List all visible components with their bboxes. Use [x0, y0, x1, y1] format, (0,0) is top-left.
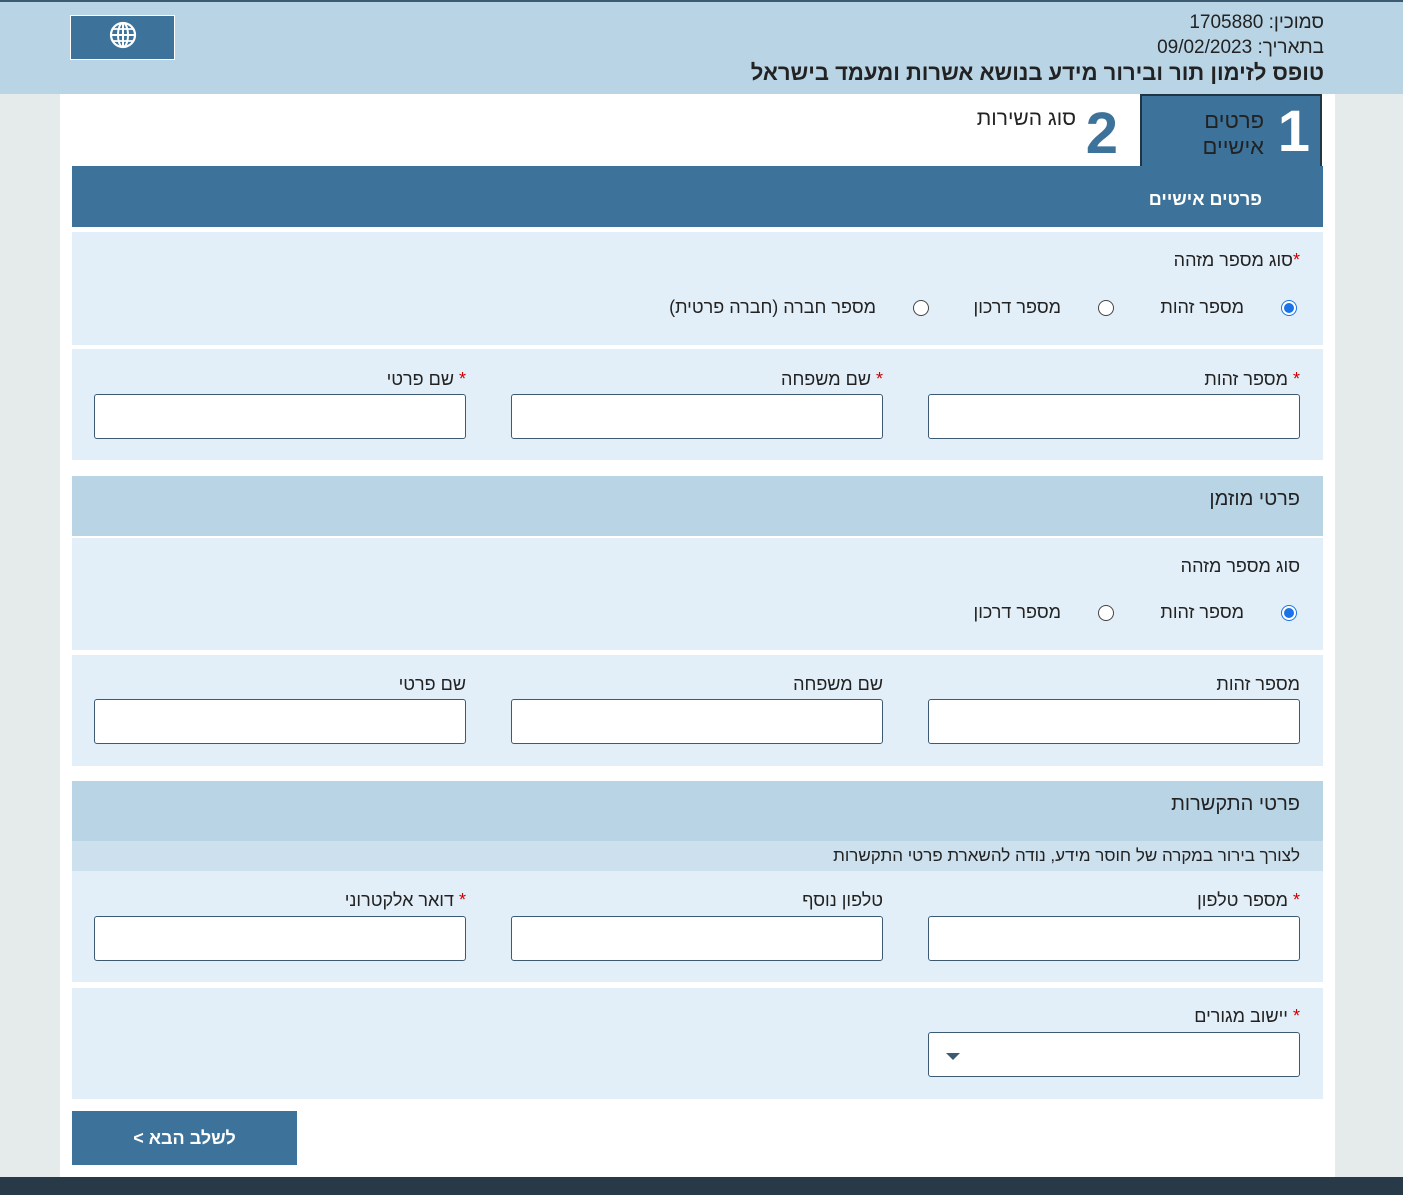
invitee-id-number-label: מספר זהות: [1216, 674, 1300, 694]
last-name-label: * שם משפחה: [781, 369, 883, 389]
step-tab-service-type[interactable]: 2 סוג השירות: [970, 100, 1120, 166]
reference-value: 1705880: [1189, 12, 1264, 33]
extra-phone-label: טלפון נוסף: [802, 890, 883, 910]
step-label: סוג השירות: [976, 107, 1076, 130]
contact-note-text: לצורך בירור במקרה של חוסר מידע, נודה להש…: [833, 846, 1300, 865]
reference-line: סמוכין: 1705880: [1189, 12, 1324, 34]
invitee-id-number-input[interactable]: [928, 699, 1300, 744]
radio-label-company-number: מספר חברה (חברה פרטית): [669, 297, 876, 317]
last-name-input[interactable]: [511, 394, 883, 439]
section-header-contact: פרטי התקשרות: [72, 781, 1323, 841]
personal-id-type-panel: [72, 232, 1323, 345]
invitee-id-type-label: סוג מספר מזהה: [1180, 556, 1300, 576]
date-value: 09/02/2023: [1157, 37, 1253, 58]
chevron-down-icon: [946, 1053, 960, 1060]
invitee-radio-label-passport: מספר דרכון: [973, 602, 1061, 622]
date-line: בתאריך: 09/02/2023: [1157, 37, 1324, 59]
id-type-label: *סוג מספר מזהה: [1173, 250, 1300, 270]
section-title: פרטי מוזמן: [1209, 488, 1300, 510]
radio-id-number[interactable]: [1281, 300, 1297, 316]
page-header: סמוכין: 1705880 בתאריך: 09/02/2023 טופס …: [0, 0, 1403, 94]
id-number-input[interactable]: [928, 394, 1300, 439]
step-tab-personal[interactable]: 1 פרטים אישיים: [1140, 94, 1322, 166]
invitee-radio-passport[interactable]: [1098, 605, 1114, 621]
contact-note: לצורך בירור במקרה של חוסר מידע, נודה להש…: [72, 841, 1323, 871]
date-label: בתאריך:: [1257, 37, 1324, 58]
next-step-button[interactable]: לשלב הבא >: [72, 1111, 297, 1165]
radio-passport[interactable]: [1098, 300, 1114, 316]
city-label: * יישוב מגורים: [1194, 1006, 1300, 1026]
invitee-last-name-input[interactable]: [511, 699, 883, 744]
invitee-first-name-label: שם פרטי: [398, 674, 466, 694]
invitee-id-type-panel: [72, 538, 1323, 650]
section-header-personal: פרטים אישיים: [72, 166, 1323, 227]
first-name-input[interactable]: [94, 394, 466, 439]
city-select[interactable]: [928, 1032, 1300, 1077]
radio-company-number[interactable]: [913, 300, 929, 316]
first-name-label: * שם פרטי: [386, 369, 466, 389]
extra-phone-input[interactable]: [511, 916, 883, 961]
language-button[interactable]: [70, 15, 175, 60]
radio-label-id-number: מספר זהות: [1160, 297, 1244, 317]
phone-input[interactable]: [928, 916, 1300, 961]
id-number-label: * מספר זהות: [1204, 369, 1300, 389]
section-title: פרטי התקשרות: [1171, 793, 1300, 815]
step-label: פרטים אישיים: [1202, 108, 1265, 159]
invitee-last-name-label: שם משפחה: [793, 674, 883, 694]
email-label: * דואר אלקטרוני: [344, 890, 466, 910]
step-number: 1: [1277, 99, 1310, 164]
email-input[interactable]: [94, 916, 466, 961]
invitee-first-name-input[interactable]: [94, 699, 466, 744]
step-number: 2: [1085, 101, 1118, 166]
invitee-radio-label-id-number: מספר זהות: [1160, 602, 1244, 622]
invitee-radio-id-number[interactable]: [1281, 605, 1297, 621]
radio-label-passport: מספר דרכון: [973, 297, 1061, 317]
section-header-invitee: פרטי מוזמן: [72, 476, 1323, 536]
footer-bar: [0, 1177, 1403, 1195]
page-title: טופס לזימון תור ובירור מידע בנושא אשרות …: [750, 60, 1324, 85]
globe-icon: [109, 21, 137, 54]
phone-label: * מספר טלפון: [1197, 890, 1300, 910]
section-title: פרטים אישיים: [1148, 189, 1262, 209]
reference-label: סמוכין:: [1268, 12, 1324, 33]
